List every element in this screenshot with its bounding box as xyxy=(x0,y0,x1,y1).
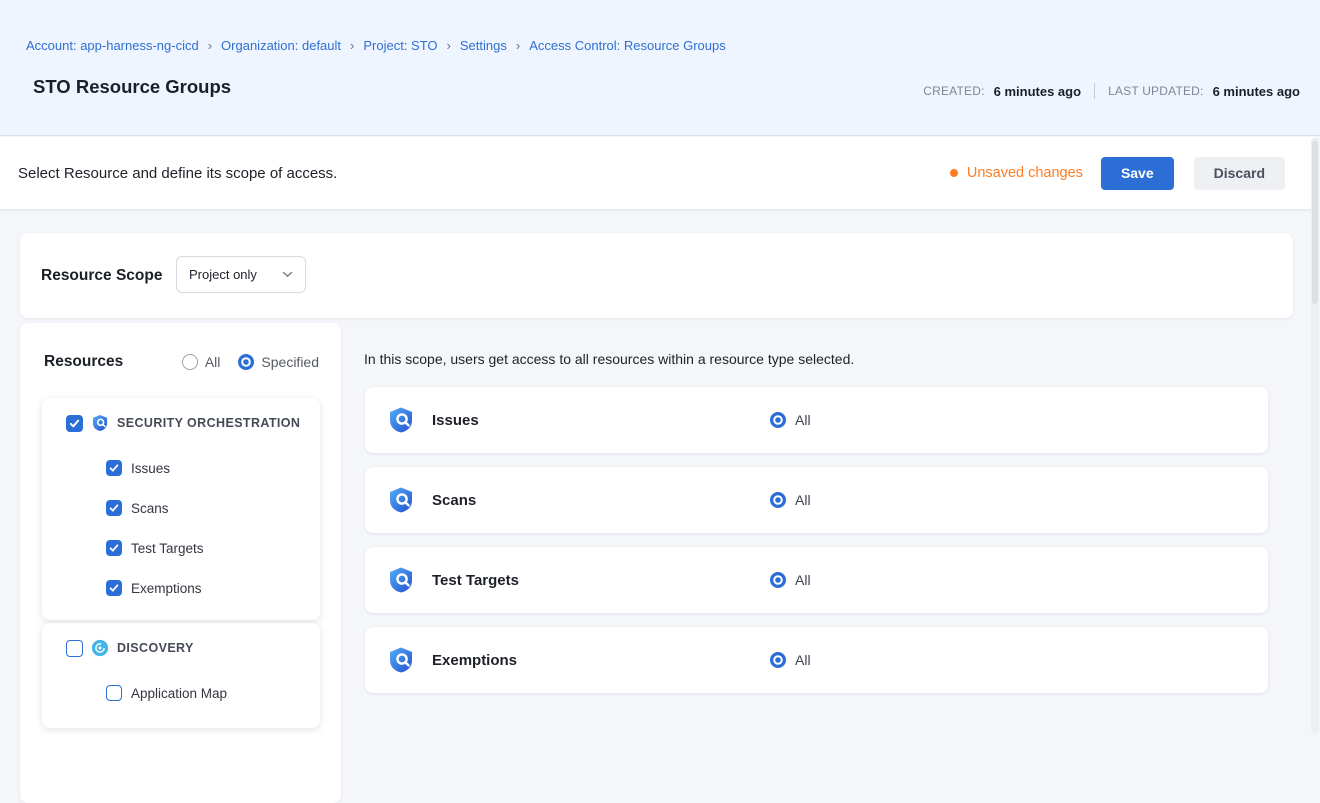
resource-group-discovery: DISCOVERY Application Map xyxy=(42,623,320,728)
resource-scope-select[interactable]: Project only xyxy=(176,256,306,293)
issues-checkbox[interactable] xyxy=(106,460,122,476)
scope-radio-option[interactable]: All xyxy=(770,572,811,588)
scope-all-label[interactable]: All xyxy=(795,652,811,668)
resource-card-scans: Scans All xyxy=(365,467,1268,533)
scope-all-radio[interactable] xyxy=(770,412,786,428)
chevron-right-icon: › xyxy=(350,38,354,53)
sto-shield-icon xyxy=(91,414,109,432)
page-header: Account: app-harness-ng-cicd › Organizat… xyxy=(0,0,1320,136)
resource-group-security-orchestration: SECURITY ORCHESTRATION Issues Scans Test… xyxy=(42,398,320,620)
sto-shield-icon xyxy=(387,646,415,674)
resource-checkbox-row: Exemptions xyxy=(42,568,320,608)
breadcrumb-resource-groups-link[interactable]: Access Control: Resource Groups xyxy=(529,38,726,53)
radio-specified[interactable] xyxy=(238,354,254,370)
test-targets-checkbox[interactable] xyxy=(106,540,122,556)
radio-option-all[interactable]: All xyxy=(182,354,221,370)
resources-header: Resources All Specified xyxy=(44,347,319,377)
scrollbar-thumb[interactable] xyxy=(1312,141,1318,304)
resource-checkbox-row: Application Map xyxy=(42,673,320,713)
resources-mode-radio-group: All Specified xyxy=(182,354,319,370)
resource-card-label: Issues xyxy=(432,412,479,429)
scope-all-label[interactable]: All xyxy=(795,572,811,588)
resource-checkbox-label[interactable]: Issues xyxy=(131,461,170,476)
resource-checkbox-label[interactable]: Application Map xyxy=(131,686,227,701)
resource-scope-label: Resource Scope xyxy=(41,233,162,318)
radio-all-label[interactable]: All xyxy=(205,354,221,370)
radio-specified-label[interactable]: Specified xyxy=(261,354,319,370)
unsaved-changes-status: Unsaved changes xyxy=(950,165,1083,181)
resource-card-label: Test Targets xyxy=(432,572,519,589)
toolbar-actions: Unsaved changes Save Discard xyxy=(950,137,1285,209)
resource-checkbox-label[interactable]: Scans xyxy=(131,501,169,516)
group-header-row: SECURITY ORCHESTRATION xyxy=(42,398,320,448)
unsaved-dot-icon xyxy=(950,169,958,177)
toolbar-description: Select Resource and define its scope of … xyxy=(18,137,337,209)
chevron-right-icon: › xyxy=(447,38,451,53)
group-header-row: DISCOVERY xyxy=(42,623,320,673)
resource-checkbox-row: Test Targets xyxy=(42,528,320,568)
group-label[interactable]: SECURITY ORCHESTRATION xyxy=(117,416,300,430)
resource-card-test-targets: Test Targets All xyxy=(365,547,1268,613)
breadcrumb-organization-link[interactable]: Organization: default xyxy=(221,38,341,53)
resource-card-issues: Issues All xyxy=(365,387,1268,453)
sto-shield-icon xyxy=(387,406,415,434)
resources-panel: Resources All Specified xyxy=(20,323,341,803)
breadcrumb-settings-link[interactable]: Settings xyxy=(460,38,507,53)
scope-all-radio[interactable] xyxy=(770,652,786,668)
created-value: 6 minutes ago xyxy=(994,84,1081,99)
resource-scope-selected-value: Project only xyxy=(189,267,257,282)
sto-shield-icon xyxy=(387,486,415,514)
security-orchestration-checkbox[interactable] xyxy=(66,415,83,432)
chevron-down-icon xyxy=(282,271,293,278)
scope-all-label[interactable]: All xyxy=(795,492,811,508)
exemptions-checkbox[interactable] xyxy=(106,580,122,596)
resource-card-label: Exemptions xyxy=(432,652,517,669)
scope-info-text: In this scope, users get access to all r… xyxy=(364,351,854,367)
breadcrumb-project-link[interactable]: Project: STO xyxy=(363,38,437,53)
created-label: CREATED: xyxy=(923,84,984,98)
application-map-checkbox[interactable] xyxy=(106,685,122,701)
scope-radio-option[interactable]: All xyxy=(770,492,811,508)
scope-all-label[interactable]: All xyxy=(795,412,811,428)
scope-radio-option[interactable]: All xyxy=(770,652,811,668)
resource-checkbox-label[interactable]: Test Targets xyxy=(131,541,204,556)
radio-option-specified[interactable]: Specified xyxy=(238,354,319,370)
discovery-checkbox[interactable] xyxy=(66,640,83,657)
resources-title: Resources xyxy=(44,353,123,371)
sto-shield-icon xyxy=(387,566,415,594)
scope-all-radio[interactable] xyxy=(770,492,786,508)
resource-scope-card: Resource Scope Project only xyxy=(20,233,1293,318)
meta-divider xyxy=(1094,83,1095,99)
resource-card-label: Scans xyxy=(432,492,476,509)
scope-radio-option[interactable]: All xyxy=(770,412,811,428)
chevron-right-icon: › xyxy=(516,38,520,53)
page-title: STO Resource Groups xyxy=(33,76,231,98)
radio-all[interactable] xyxy=(182,354,198,370)
header-meta: CREATED: 6 minutes ago LAST UPDATED: 6 m… xyxy=(923,83,1300,99)
scope-all-radio[interactable] xyxy=(770,572,786,588)
breadcrumb: Account: app-harness-ng-cicd › Organizat… xyxy=(26,38,726,53)
unsaved-changes-label: Unsaved changes xyxy=(967,165,1083,181)
discard-button[interactable]: Discard xyxy=(1194,157,1285,190)
action-toolbar: Select Resource and define its scope of … xyxy=(0,137,1316,210)
discovery-icon xyxy=(91,639,109,657)
resource-checkbox-row: Issues xyxy=(42,448,320,488)
scans-checkbox[interactable] xyxy=(106,500,122,516)
resource-card-exemptions: Exemptions All xyxy=(365,627,1268,693)
last-updated-label: LAST UPDATED: xyxy=(1108,84,1204,98)
resource-checkbox-label[interactable]: Exemptions xyxy=(131,581,202,596)
chevron-right-icon: › xyxy=(208,38,212,53)
resource-checkbox-row: Scans xyxy=(42,488,320,528)
group-label[interactable]: DISCOVERY xyxy=(117,641,194,655)
save-button[interactable]: Save xyxy=(1101,157,1174,190)
last-updated-value: 6 minutes ago xyxy=(1213,84,1300,99)
breadcrumb-account-link[interactable]: Account: app-harness-ng-cicd xyxy=(26,38,199,53)
